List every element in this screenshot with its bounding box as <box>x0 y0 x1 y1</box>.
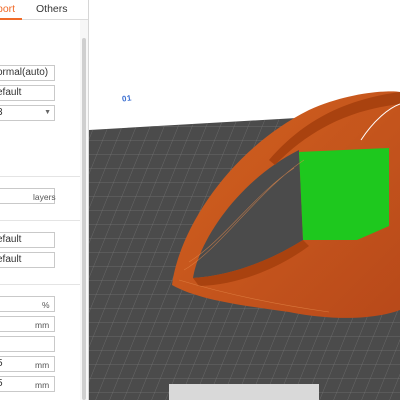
active-tab-indicator <box>0 18 22 20</box>
section-divider <box>0 284 80 285</box>
section-divider <box>0 220 80 221</box>
percent-unit-label: % <box>42 300 50 310</box>
tab-support[interactable]: port <box>0 3 23 15</box>
3d-viewport[interactable]: 01 <box>89 0 400 400</box>
mm-unit-label: mm <box>35 320 50 330</box>
chevron-down-icon: ▼ <box>44 109 51 116</box>
settings-tabs: port Others <box>0 0 88 20</box>
raft-select[interactable]: efault <box>0 232 55 248</box>
panel-scrollbar-thumb[interactable] <box>82 38 86 400</box>
support-filament-select[interactable]: 3▼ <box>0 105 55 121</box>
plate-front-edge <box>169 384 319 400</box>
settings-panel: port Others ormal(auto) efault 3▼ layers… <box>0 0 89 400</box>
support-style-select[interactable]: efault <box>0 85 55 101</box>
support-interface-input[interactable] <box>0 336 55 352</box>
support-base-pattern-select[interactable]: efault <box>0 252 55 268</box>
mm-unit-label: mm <box>35 380 50 390</box>
mm-unit-label: mm <box>35 360 50 370</box>
section-divider <box>0 176 80 177</box>
build-plate-scene[interactable] <box>89 0 400 400</box>
tab-others[interactable]: Others <box>36 3 68 15</box>
support-type-select[interactable]: ormal(auto) <box>0 65 55 81</box>
plate-number-label: 01 <box>121 93 133 104</box>
support-fill-face <box>299 148 389 240</box>
layers-unit-label: layers <box>33 192 56 202</box>
